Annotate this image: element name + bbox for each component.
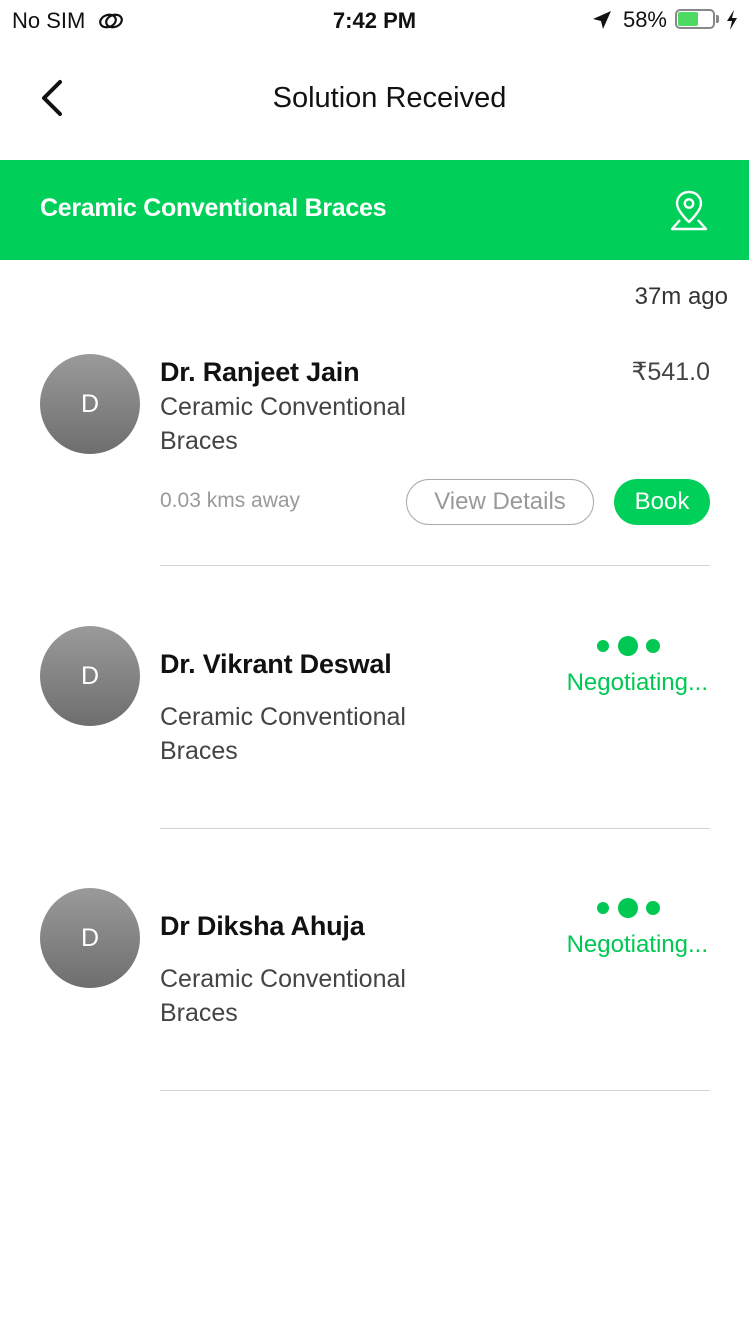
treatment-name: Ceramic Conventional Braces bbox=[160, 965, 406, 1027]
negotiating-status: Negotiating... bbox=[566, 669, 708, 696]
header: Solution Received bbox=[0, 40, 749, 160]
book-button[interactable]: Book bbox=[614, 479, 710, 525]
page-title: Solution Received bbox=[272, 82, 507, 114]
treatment-name: Ceramic Conventional Braces bbox=[160, 703, 406, 765]
avatar: D bbox=[40, 354, 140, 454]
divider bbox=[160, 828, 710, 829]
negotiating-status: Negotiating... bbox=[566, 931, 708, 958]
loading-dots-icon bbox=[597, 636, 660, 656]
banner-title: Ceramic Conventional Braces bbox=[40, 194, 387, 222]
distance: 0.03 kms away bbox=[160, 489, 301, 512]
treatment-name: Ceramic Conventional Braces bbox=[160, 393, 406, 455]
battery-icon bbox=[675, 9, 721, 31]
doctor-name: Dr. Vikrant Deswal bbox=[160, 649, 392, 679]
doctor-name: Dr Diksha Ahuja bbox=[160, 911, 365, 941]
divider bbox=[160, 565, 710, 566]
avatar: D bbox=[40, 888, 140, 988]
avatar: D bbox=[40, 626, 140, 726]
treatment-banner: Ceramic Conventional Braces bbox=[0, 160, 749, 260]
timestamp: 37m ago bbox=[634, 283, 728, 310]
battery-percent: 58% bbox=[622, 7, 667, 32]
charging-bolt-icon bbox=[727, 10, 737, 30]
status-right: 58% bbox=[591, 7, 739, 33]
map-pin-icon[interactable] bbox=[668, 188, 710, 232]
doctor-name: Dr. Ranjeet Jain bbox=[160, 357, 360, 387]
price: ₹541.0 bbox=[631, 358, 710, 386]
view-details-button[interactable]: View Details bbox=[406, 479, 594, 525]
location-arrow-icon bbox=[592, 11, 611, 29]
status-bar: No SIM 7:42 PM 58% bbox=[0, 0, 749, 40]
loading-dots-icon bbox=[597, 898, 660, 918]
divider bbox=[160, 1090, 710, 1091]
